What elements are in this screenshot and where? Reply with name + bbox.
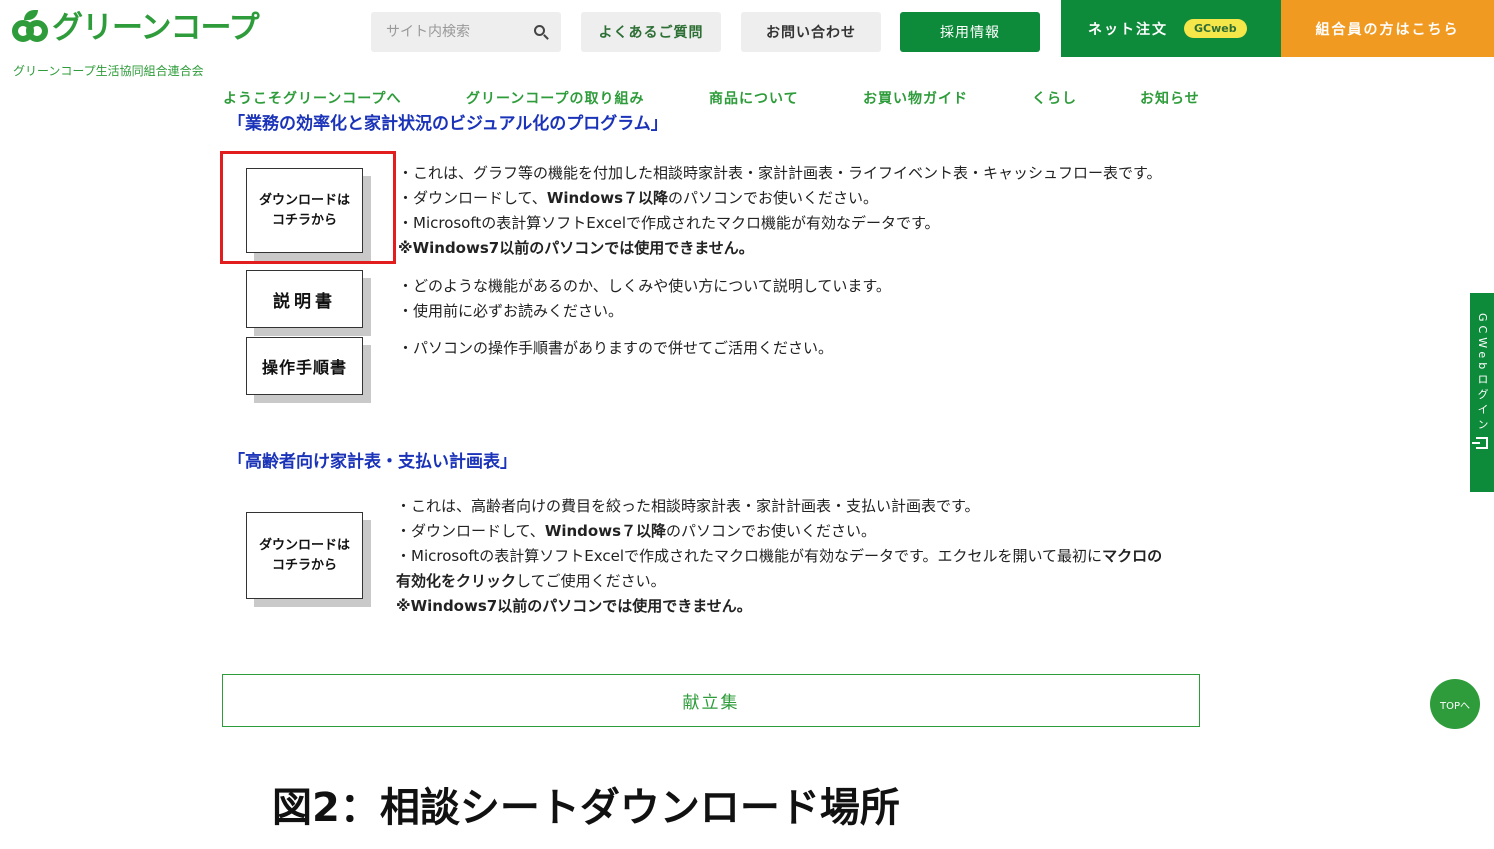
nav-item-shopping-guide[interactable]: お買い物ガイド <box>863 88 968 108</box>
menu-collection-link[interactable]: 献立集 <box>222 674 1200 727</box>
back-to-top-button[interactable]: TOPへ <box>1430 679 1480 729</box>
section1-description: ・これは、グラフ等の機能を付加した相談時家計表・家計計画表・ライフイベント表・キ… <box>398 164 1162 257</box>
nav-item-products[interactable]: 商品について <box>709 88 799 108</box>
section2-title: 「高齢者向け家計表・支払い計画表」 <box>228 452 517 472</box>
nav-item-initiatives[interactable]: グリーンコープの取り組み <box>466 88 644 108</box>
gcweb-badge: GCweb <box>1184 19 1247 38</box>
logo-text: グリーンコープ <box>52 10 260 46</box>
net-order-label: ネット注文 <box>1088 21 1168 38</box>
download-button-elderly[interactable]: ダウンロードは コチラから <box>246 512 363 599</box>
section2-description: ・これは、高齢者向けの費目を絞った相談時家計表・家計計画表・支払い計画表です。 … <box>396 497 1163 615</box>
manual-description: ・どのような機能があるのか、しくみや使い方について説明しています。 ・使用前に必… <box>398 277 891 320</box>
faq-button[interactable]: よくあるご質問 <box>581 12 721 52</box>
operation-guide-button[interactable]: 操作手順書 <box>246 337 363 395</box>
nav-item-living[interactable]: くらし <box>1032 88 1077 108</box>
nav-item-news[interactable]: お知らせ <box>1140 88 1200 108</box>
highlight-frame <box>220 151 396 264</box>
search-icon[interactable] <box>534 25 545 36</box>
net-order-button[interactable]: ネット注文 GCweb <box>1061 0 1281 57</box>
manual-button[interactable]: 説明書 <box>246 270 363 328</box>
member-button[interactable]: 組合員の方はこちら <box>1281 0 1494 57</box>
gcweb-login-tab[interactable]: GCWebログイン <box>1470 293 1494 492</box>
recruit-button[interactable]: 採用情報 <box>900 12 1040 52</box>
global-nav: ようこそグリーンコープへ グリーンコープの取り組み 商品について お買い物ガイド… <box>0 88 1494 108</box>
figure-caption: 図2：相談シートダウンロード場所 <box>272 785 900 831</box>
nav-item-welcome[interactable]: ようこそグリーンコープへ <box>223 88 401 108</box>
download-button-label: ダウンロードは コチラから <box>258 537 350 573</box>
operation-guide-description: ・パソコンの操作手順書がありますので併せてご活用ください。 <box>398 339 834 357</box>
contact-button[interactable]: お問い合わせ <box>741 12 881 52</box>
site-search <box>371 12 561 52</box>
logo-subtitle: グリーンコープ生活協同組合連合会 <box>13 64 204 78</box>
section1-title: 「業務の効率化と家計状況のビジュアル化のプログラム」 <box>228 114 668 134</box>
coop-logo-icon <box>12 10 50 46</box>
site-logo[interactable]: グリーンコープ <box>12 10 260 46</box>
search-input[interactable] <box>371 12 521 52</box>
gcweb-login-label: GCWebログイン <box>1476 313 1489 434</box>
login-icon <box>1472 437 1488 450</box>
